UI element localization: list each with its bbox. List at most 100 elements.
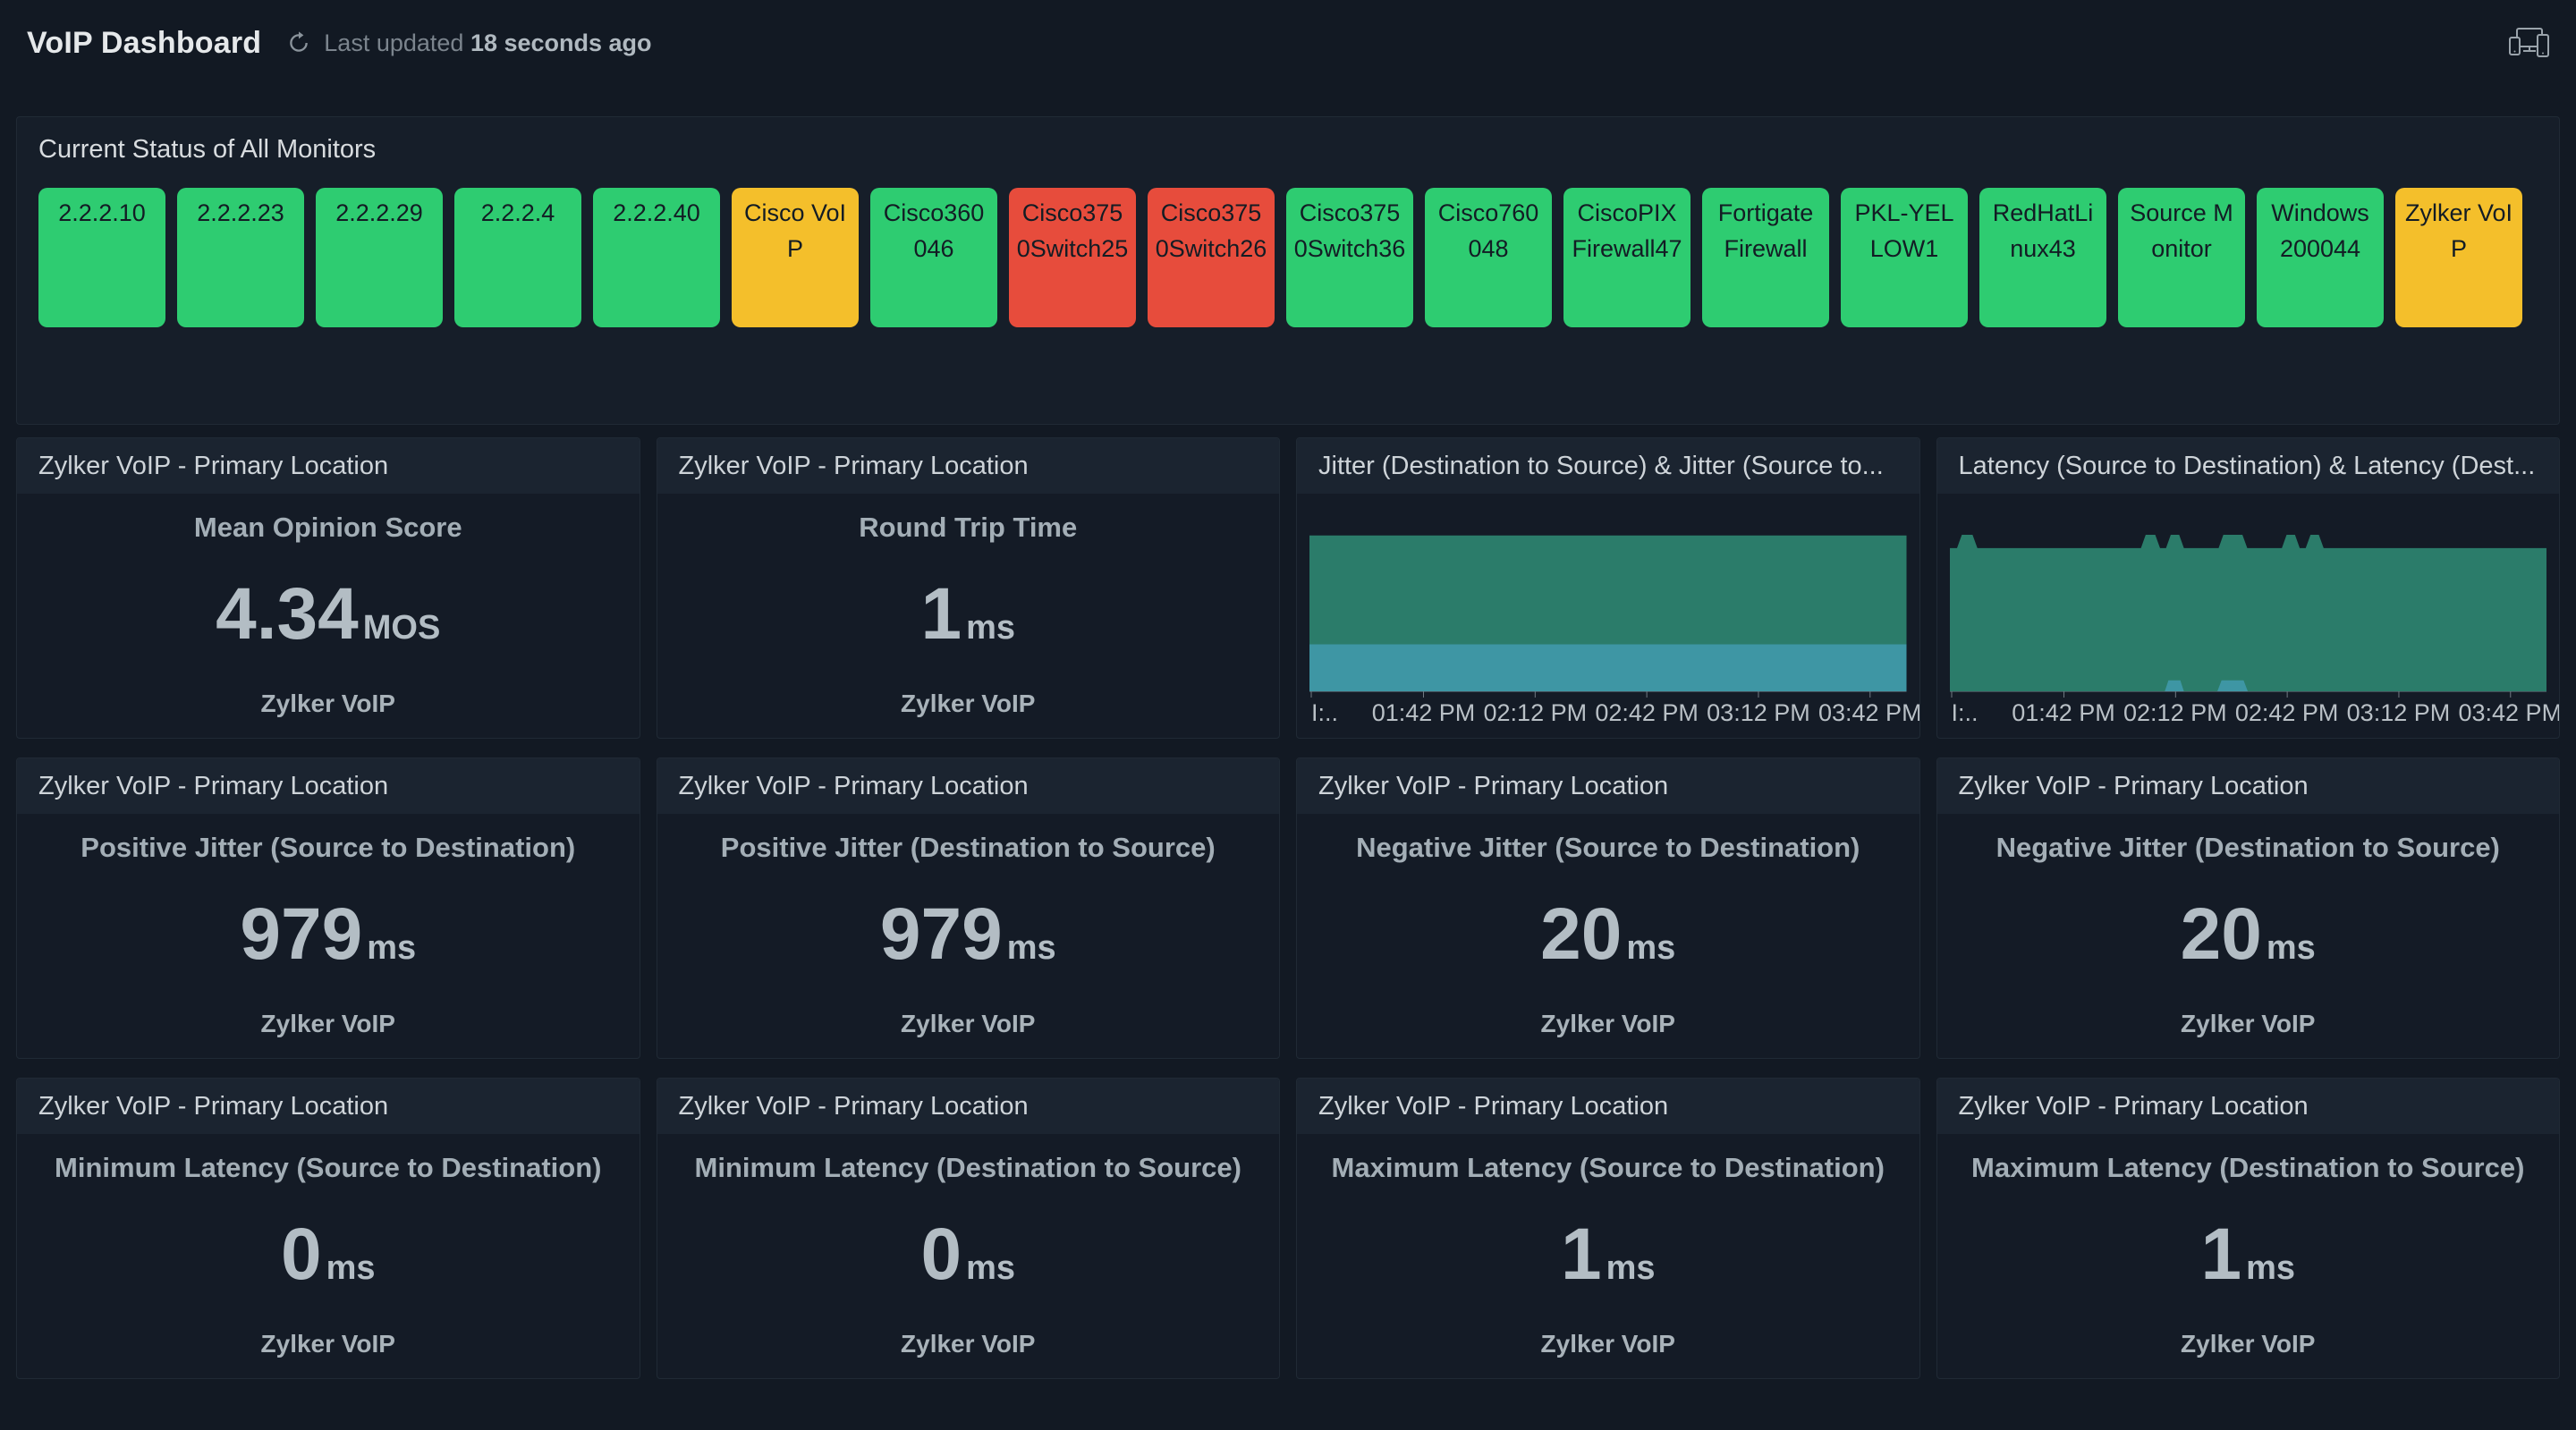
chart-body: I:.. 01:42 PM 02:12 PM 02:42 PM 03:12 PM… <box>1937 494 2560 738</box>
monitor-label: 2.2.2.10 <box>58 199 146 226</box>
metric-card-min-latency-s2d: Zylker VoIP - Primary Location Minimum L… <box>16 1078 640 1379</box>
monitor-status-tile[interactable]: Source Monitor <box>2118 188 2245 327</box>
metric-value-unit: ms <box>326 1248 376 1287</box>
metric-card-rtt: Zylker VoIP - Primary Location Round Tri… <box>656 437 1280 739</box>
monitor-name-link[interactable]: Zylker VoIP <box>657 690 1280 718</box>
metric-value-number: 20 <box>2180 893 2262 975</box>
card-header: Zylker VoIP - Primary Location <box>17 1079 640 1134</box>
last-updated-value: 18 seconds ago <box>470 29 652 56</box>
chart-card-jitter: Jitter (Destination to Source) & Jitter … <box>1296 437 1920 739</box>
card-header-title: Zylker VoIP - Primary Location <box>38 451 389 480</box>
monitor-status-tile[interactable]: Cisco3750Switch36 <box>1286 188 1413 327</box>
metric-card-min-latency-d2s: Zylker VoIP - Primary Location Minimum L… <box>656 1078 1280 1379</box>
card-header: Jitter (Destination to Source) & Jitter … <box>1297 438 1919 494</box>
status-panel-title: Current Status of All Monitors <box>38 135 377 164</box>
latency-area-chart[interactable] <box>1949 535 2547 698</box>
x-axis-label: 03:42 PM <box>1818 699 1920 726</box>
monitor-name-link[interactable]: Zylker VoIP <box>657 1010 1280 1038</box>
card-header-title: Zylker VoIP - Primary Location <box>38 771 389 800</box>
card-header: Zylker VoIP - Primary Location <box>17 758 640 814</box>
monitor-name-link[interactable]: Zylker VoIP <box>17 1010 640 1038</box>
monitor-status-tile[interactable]: 2.2.2.4 <box>454 188 581 327</box>
x-axis-label: 02:42 PM <box>2234 699 2339 726</box>
card-header-title: Zylker VoIP - Primary Location <box>678 451 1029 480</box>
monitor-status-tile[interactable]: PKL-YELLOW1 <box>1841 188 1968 327</box>
metric-value-number: 1 <box>1560 1213 1602 1295</box>
card-body: Minimum Latency (Source to Destination) … <box>17 1134 640 1378</box>
x-axis-label: 02:12 PM <box>2123 699 2227 726</box>
metric-card-positive-jitter-s2d: Zylker VoIP - Primary Location Positive … <box>16 757 640 1059</box>
chart-body: I:.. 01:42 PM 02:12 PM 02:42 PM 03:12 PM… <box>1297 494 1919 738</box>
monitor-label: 2.2.2.4 <box>480 199 555 226</box>
monitor-name-link[interactable]: Zylker VoIP <box>657 1330 1280 1358</box>
card-body: Negative Jitter (Destination to Source) … <box>1937 814 2560 1058</box>
page-title: VoIP Dashboard <box>27 25 262 60</box>
card-header: Zylker VoIP - Primary Location <box>657 758 1279 814</box>
monitor-status-tile[interactable]: RedHatLinux43 <box>1979 188 2106 327</box>
monitor-name-link[interactable]: Zylker VoIP <box>1297 1330 1919 1358</box>
monitor-status-tile[interactable]: Cisco VoIP <box>732 188 859 327</box>
monitor-status-tile[interactable]: 2.2.2.23 <box>177 188 304 327</box>
x-axis-label: 01:42 PM <box>1371 699 1476 726</box>
chart-title: Jitter (Destination to Source) & Jitter … <box>1318 451 1884 480</box>
monitor-name-link[interactable]: Zylker VoIP <box>1937 1010 2560 1038</box>
monitor-name-link[interactable]: Zylker VoIP <box>1297 1010 1919 1038</box>
card-header: Zylker VoIP - Primary Location <box>17 438 640 494</box>
metric-value-unit: ms <box>1006 928 1056 967</box>
metric-value-number: 1 <box>920 572 962 655</box>
monitor-label: Cisco3750Switch26 <box>1155 199 1267 262</box>
metric-value-unit: ms <box>1606 1248 1656 1287</box>
metric-value-number: 1 <box>2200 1213 2242 1295</box>
card-body: Minimum Latency (Destination to Source) … <box>657 1134 1280 1378</box>
monitor-status-tile[interactable]: Windows 200044 <box>2257 188 2384 327</box>
monitor-label: 2.2.2.23 <box>197 199 284 226</box>
metric-value-number: 0 <box>280 1213 322 1295</box>
monitor-status-tile[interactable]: Cisco360046 <box>870 188 997 327</box>
x-axis-label: 01:42 PM <box>2012 699 2115 726</box>
monitor-label: PKL-YELLOW1 <box>1854 199 1954 262</box>
card-header-title: Zylker VoIP - Primary Location <box>1318 771 1669 800</box>
monitor-status-tile[interactable]: Cisco3750Switch25 <box>1009 188 1136 327</box>
x-axis-label: I:.. <box>1951 699 1979 726</box>
metric-value-number: 20 <box>1540 893 1623 975</box>
topbar: VoIP Dashboard Last updated 18 seconds a… <box>0 0 2576 86</box>
card-header: Zylker VoIP - Primary Location <box>1936 1079 2559 1134</box>
jitter-area-chart[interactable] <box>1309 535 1907 698</box>
metric-value-number: 979 <box>240 893 363 975</box>
metric-value-unit: ms <box>1626 928 1676 967</box>
card-body: Mean Opinion Score 4.34 MOS Zylker VoIP <box>17 494 640 738</box>
monitor-status-tile[interactable]: Fortigate Firewall <box>1702 188 1829 327</box>
x-axis-label: 03:42 PM <box>2458 699 2560 726</box>
metric-title: Mean Opinion Score <box>193 512 462 543</box>
refresh-button[interactable] <box>286 30 311 55</box>
x-axis-label: 02:42 PM <box>1595 699 1699 726</box>
refresh-icon <box>290 31 309 52</box>
metric-card-max-latency-d2s: Zylker VoIP - Primary Location Maximum L… <box>1936 1078 2560 1379</box>
monitor-status-tile[interactable]: 2.2.2.29 <box>316 188 443 327</box>
monitor-status-tile[interactable]: 2.2.2.40 <box>593 188 720 327</box>
metric-value-unit: ms <box>966 608 1016 647</box>
monitor-status-tile[interactable]: Zylker VoIP <box>2395 188 2522 327</box>
monitor-label: Zylker VoIP <box>2404 199 2513 262</box>
chart-title: Latency (Source to Destination) & Latenc… <box>1958 451 2536 480</box>
x-axis-labels: I:.. 01:42 PM 02:12 PM 02:42 PM 03:12 PM… <box>1950 699 2560 730</box>
monitor-status-tile[interactable]: CiscoPIXFirewall47 <box>1563 188 1690 327</box>
monitor-status-tile[interactable]: Cisco760048 <box>1425 188 1552 327</box>
metric-value-number: 0 <box>920 1213 962 1295</box>
metric-value-number: 979 <box>879 893 1003 975</box>
monitor-status-tile[interactable]: Cisco3750Switch26 <box>1148 188 1275 327</box>
monitor-label: Cisco VoIP <box>743 199 847 262</box>
monitor-name-link[interactable]: Zylker VoIP <box>17 1330 640 1358</box>
metric-title: Maximum Latency (Destination to Source) <box>1971 1152 2525 1183</box>
display-mode-button[interactable] <box>2508 25 2549 61</box>
devices-icon <box>2509 28 2549 57</box>
metric-card-mos: Zylker VoIP - Primary Location Mean Opin… <box>16 437 640 739</box>
monitor-name-link[interactable]: Zylker VoIP <box>17 690 640 718</box>
monitor-label: CiscoPIXFirewall47 <box>1572 199 1682 262</box>
monitor-name-link[interactable]: Zylker VoIP <box>1937 1330 2560 1358</box>
x-axis-labels: I:.. 01:42 PM 02:12 PM 02:42 PM 03:12 PM… <box>1309 699 1919 730</box>
metric-title: Round Trip Time <box>859 512 1078 543</box>
metric-title: Maximum Latency (Source to Destination) <box>1331 1152 1885 1183</box>
monitor-status-tile[interactable]: 2.2.2.10 <box>38 188 165 327</box>
card-body: Positive Jitter (Source to Destination) … <box>17 814 640 1058</box>
